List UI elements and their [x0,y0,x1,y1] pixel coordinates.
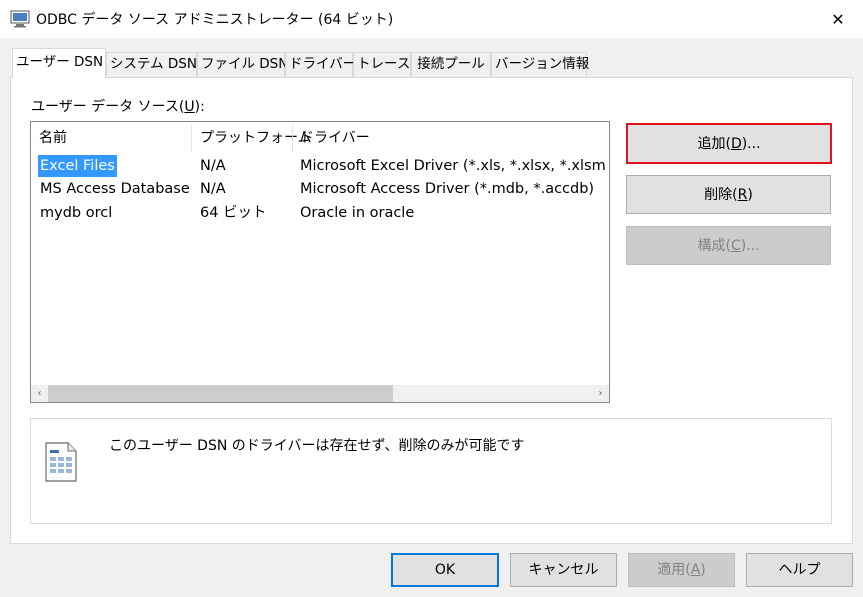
user-data-sources-label: ユーザー データ ソース(U): [31,99,205,115]
row-name-cell[interactable]: Excel Files [38,155,117,177]
tab-system-dsn[interactable]: システム DSN [106,52,197,77]
tab-drivers[interactable]: ドライバー [285,52,356,77]
row-driver-cell: Oracle in oracle [300,205,415,221]
horizontal-scrollbar[interactable]: ‹ › [31,385,609,402]
data-source-list[interactable]: 名前 プラットフォーム ドライバー Excel Files N/A Micros… [30,121,610,403]
tab-connection-pooling[interactable]: 接続プール [411,52,491,77]
scroll-left-icon[interactable]: ‹ [31,385,48,402]
tab-user-dsn[interactable]: ユーザー DSN [12,48,106,78]
data-source-document-icon [45,442,77,482]
help-button[interactable]: ヘルプ [746,553,853,587]
window-title: ODBC データ ソース アドミニストレーター (64 ビット) [36,12,394,28]
driver-info-box [30,418,832,524]
configure-button[interactable]: 構成(C)... [626,226,831,265]
ok-button[interactable]: OK [391,553,499,587]
tab-tracing[interactable]: トレース [353,52,411,77]
column-header-driver[interactable]: ドライバー [292,122,608,154]
info-message: このユーザー DSN のドライバーは存在せず、削除のみが可能です [109,438,525,454]
remove-button[interactable]: 削除(R) [626,175,831,214]
close-icon: ✕ [831,9,845,29]
row-platform-cell: 64 ビット [200,205,267,221]
scroll-right-icon[interactable]: › [592,385,609,402]
cancel-button[interactable]: キャンセル [510,553,617,587]
apply-button[interactable]: 適用(A) [628,553,735,587]
row-platform-cell: N/A [200,181,226,197]
odbc-app-icon [10,10,30,28]
close-button[interactable]: ✕ [815,2,861,36]
row-name-cell[interactable]: mydb orcl [40,202,112,224]
tab-file-dsn[interactable]: ファイル DSN [197,52,288,77]
tab-about[interactable]: バージョン情報 [491,52,589,77]
row-driver-cell: Microsoft Excel Driver (*.xls, *.xlsx, *… [300,158,606,174]
title-bar: ODBC データ ソース アドミニストレーター (64 ビット) ✕ [0,0,863,38]
column-header-platform[interactable]: プラットフォーム [192,122,312,154]
row-platform-cell: N/A [200,158,226,174]
column-header-name[interactable]: 名前 [31,122,191,154]
row-driver-cell: Microsoft Access Driver (*.mdb, *.accdb) [300,181,595,197]
add-button[interactable]: 追加(D)... [626,123,832,164]
row-name-cell[interactable]: MS Access Database [40,178,190,200]
scrollbar-thumb[interactable] [48,385,393,402]
